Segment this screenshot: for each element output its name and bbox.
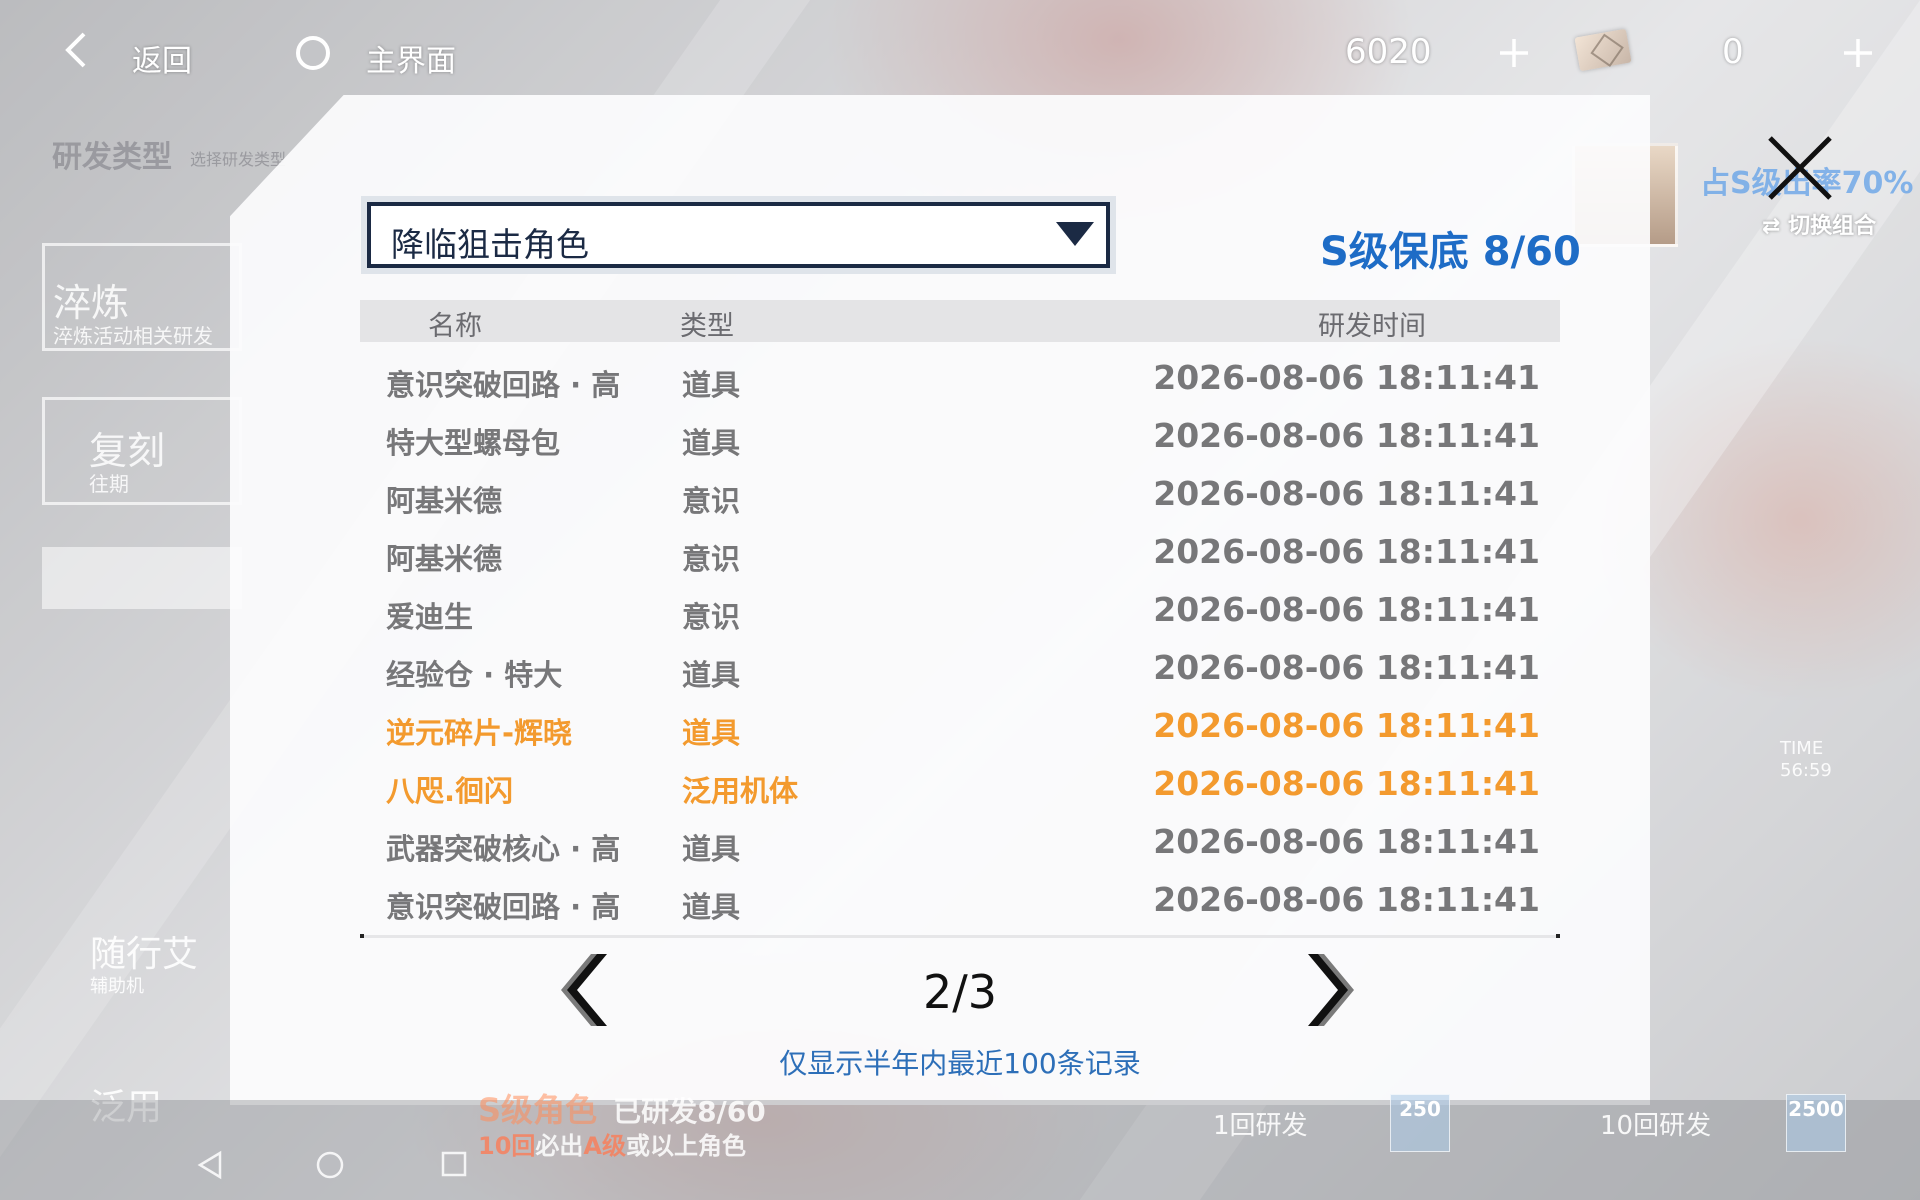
row-name: 武器突破核心 · 高 — [386, 832, 621, 866]
item-subtitle: 往期 — [89, 472, 129, 496]
home-button-label[interactable]: 主界面 — [366, 36, 456, 80]
table-row: 阿基米德 意识 2026-08-06 18:11:41 — [360, 526, 1560, 584]
table-row: 特大型螺母包 道具 2026-08-06 18:11:41 — [360, 410, 1560, 468]
row-name: 特大型螺母包 — [386, 426, 561, 460]
row-type: 道具 — [682, 426, 741, 460]
table-row: 经验仓 · 特大 道具 2026-08-06 18:11:41 — [360, 642, 1560, 700]
row-name: 八咫.徊闪 — [386, 774, 514, 808]
companion-subtitle: 辅助机 — [90, 976, 144, 997]
row-type: 意识 — [682, 600, 741, 634]
research-type-hint: 选择研发类型 — [190, 150, 287, 169]
add-currency-plus-icon[interactable] — [1497, 36, 1531, 70]
row-type: 道具 — [682, 832, 741, 866]
guarantee-text: 10回必出A级或以上角色 — [478, 1126, 746, 1161]
column-header-time: 研发时间 — [1318, 311, 1426, 342]
guarantee-suffix: 或以上角色 — [625, 1132, 746, 1160]
table-row: 八咫.徊闪 泛用机体 2026-08-06 18:11:41 — [360, 758, 1560, 816]
research-type-item-active[interactable] — [42, 547, 242, 609]
row-time: 2026-08-06 18:11:41 — [1153, 706, 1540, 745]
row-type: 道具 — [682, 716, 741, 750]
row-type: 泛用机体 — [682, 774, 799, 808]
s-character-count: 已研发8/60 — [613, 1095, 766, 1128]
table-row: 意识突破回路 · 高 道具 2026-08-06 18:11:41 — [360, 874, 1560, 932]
dropdown-triangle-icon — [1056, 222, 1094, 246]
s-character-progress: S级角色 已研发8/60 — [478, 1085, 766, 1131]
nav-recents-square-icon[interactable] — [440, 1150, 468, 1182]
page-indicator: 2/3 — [922, 965, 998, 1019]
add-ticket-plus-icon[interactable] — [1841, 36, 1875, 70]
row-type: 道具 — [682, 658, 741, 692]
currency-amount: 6020 — [1345, 32, 1432, 72]
row-time: 2026-08-06 18:11:41 — [1153, 648, 1540, 687]
item-subtitle: 淬炼活动相关研发 — [53, 324, 213, 348]
row-name: 阿基米德 — [386, 484, 503, 518]
companion-title: 随行艾 — [90, 934, 199, 975]
research-type-title: 研发类型 — [52, 140, 172, 175]
item-title: 淬炼 — [53, 281, 130, 325]
row-type: 道具 — [682, 890, 741, 924]
row-type: 意识 — [682, 484, 741, 518]
time-label: TIME — [1780, 738, 1824, 759]
draw-ten-cost: 2500 — [1786, 1094, 1846, 1152]
row-time: 2026-08-06 18:11:41 — [1153, 590, 1540, 629]
back-button-label[interactable]: 返回 — [132, 36, 192, 80]
pool-select-value: 降临狙击角色 — [391, 225, 589, 264]
row-name: 经验仓 · 特大 — [386, 658, 563, 692]
guarantee-grade: A级 — [583, 1132, 626, 1160]
row-time: 2026-08-06 18:11:41 — [1153, 532, 1540, 571]
table-row: 爱迪生 意识 2026-08-06 18:11:41 — [360, 584, 1560, 642]
research-type-item-rerun[interactable]: 复刻 往期 — [42, 397, 242, 505]
previous-page-chevron-icon[interactable] — [557, 950, 617, 1030]
draw-once-cost: 250 — [1390, 1094, 1450, 1152]
time-value: 56:59 — [1780, 760, 1832, 781]
research-type-item-temper[interactable]: 淬炼 淬炼活动相关研发 — [42, 243, 242, 351]
row-time: 2026-08-06 18:11:41 — [1153, 880, 1540, 919]
row-name: 爱迪生 — [386, 600, 474, 634]
row-name: 阿基米德 — [386, 542, 503, 576]
row-time: 2026-08-06 18:11:41 — [1153, 822, 1540, 861]
column-header-type: 类型 — [680, 311, 734, 342]
switch-group-label: 切换组合 — [1788, 214, 1877, 239]
column-header-name: 名称 — [428, 311, 482, 342]
home-circle-icon[interactable] — [295, 35, 331, 71]
ticket-amount: 0 — [1722, 32, 1744, 72]
row-time: 2026-08-06 18:11:41 — [1153, 764, 1540, 803]
records-footnote: 仅显示半年内最近100条记录 — [779, 1047, 1141, 1080]
table-row: 意识突破回路 · 高 道具 2026-08-06 18:11:41 — [360, 352, 1560, 410]
table-divider — [360, 934, 1560, 938]
row-name: 意识突破回路 · 高 — [386, 368, 621, 402]
nav-home-circle-icon[interactable] — [315, 1150, 345, 1184]
table-row: 武器突破核心 · 高 道具 2026-08-06 18:11:41 — [360, 816, 1560, 874]
history-table-header: 名称 类型 研发时间 — [360, 300, 1560, 342]
table-row: 阿基米德 意识 2026-08-06 18:11:41 — [360, 468, 1560, 526]
next-page-chevron-icon[interactable] — [1298, 950, 1358, 1030]
switch-group-button[interactable]: ⇄ 切换组合 — [1762, 208, 1876, 240]
row-type: 道具 — [682, 368, 741, 402]
row-time: 2026-08-06 18:11:41 — [1153, 474, 1540, 513]
pool-select-dropdown[interactable]: 降临狙击角色 — [367, 202, 1110, 268]
row-time: 2026-08-06 18:11:41 — [1153, 416, 1540, 455]
row-time: 2026-08-06 18:11:41 — [1153, 358, 1540, 397]
switch-icon: ⇄ — [1762, 214, 1781, 239]
guarantee-mid: 必出 — [535, 1132, 584, 1160]
row-name: 意识突破回路 · 高 — [386, 890, 621, 924]
item-title: 复刻 — [89, 429, 166, 473]
close-icon[interactable] — [1764, 132, 1836, 204]
row-type: 意识 — [682, 542, 741, 576]
guarantee-prefix: 10回 — [478, 1132, 536, 1160]
pity-counter: S级保底 8/60 — [1320, 229, 1581, 275]
back-arrow-icon[interactable] — [62, 30, 90, 70]
draw-ten-button[interactable]: 10回研发 — [1600, 1105, 1711, 1142]
draw-once-button[interactable]: 1回研发 — [1213, 1105, 1308, 1142]
row-name: 逆元碎片-辉晓 — [386, 716, 573, 750]
s-character-label: S级角色 — [478, 1091, 598, 1129]
table-row: 逆元碎片-辉晓 道具 2026-08-06 18:11:41 — [360, 700, 1560, 758]
nav-back-triangle-icon[interactable] — [196, 1150, 224, 1184]
